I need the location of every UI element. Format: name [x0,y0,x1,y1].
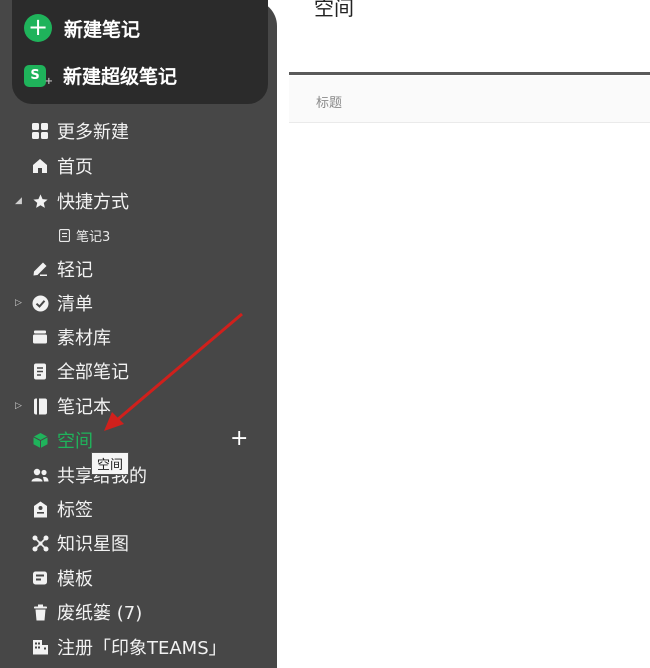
new-note-panel: + 新建笔记 S + 新建超级笔记 [12,0,268,104]
nav-item-shared-with-me[interactable]: 共享给我的 [0,460,277,490]
nav-item-knowledge-graph[interactable]: 知识星图 [0,528,277,558]
nav-item-label: 快捷方式 [57,192,129,213]
box-icon [31,328,49,346]
grid-icon [31,122,49,140]
nav-item-register-teams[interactable]: 注册「印象TEAMS」 [0,632,277,662]
nav-item-label: 标签 [57,500,93,521]
nav-item-label: 更多新建 [57,122,129,143]
new-note-button[interactable]: + 新建笔记 [24,14,140,42]
nav-item-label: 首页 [57,157,93,178]
people-icon [31,466,49,484]
nav-item-label: 轻记 [57,260,93,281]
nav-item-home[interactable]: 首页 [0,151,277,181]
nav-item-quick-note[interactable]: 轻记 [0,254,277,284]
nav-item-all-notes[interactable]: 全部笔记 [0,356,277,386]
collapsed-caret-icon[interactable]: ▷ [15,298,22,308]
cube-icon [31,431,49,449]
nav-item-tags[interactable]: 标签 [0,494,277,524]
new-super-note-label: 新建超级笔记 [63,66,178,88]
nav-item-notebooks[interactable]: ▷ 笔记本 [0,391,277,421]
nav-item-checklist[interactable]: ▷ 清单 [0,288,277,318]
home-icon [31,157,49,175]
title-divider [289,72,650,75]
nav-item-materials[interactable]: 素材库 [0,322,277,352]
sidebar: + 新建笔记 S + 新建超级笔记 更多新建 首页 ◢ 快捷方式 笔记3 轻记 … [0,0,277,668]
nav-item-label: 素材库 [57,328,111,349]
list-header: 标题 [289,76,650,123]
nav-item-label: 清单 [57,294,93,315]
add-space-button[interactable]: + [230,428,248,450]
nav-item-shortcuts[interactable]: ◢ 快捷方式 [0,186,277,216]
nav-item-templates[interactable]: 模板 [0,563,277,593]
trash-icon [31,603,49,621]
nav-item-more-new[interactable]: 更多新建 [0,116,277,146]
tooltip: 空间 [91,452,130,475]
collapsed-caret-icon[interactable]: ▷ [15,401,22,411]
nav-item-label: 全部笔记 [57,362,129,383]
page-title: 空间 [314,0,354,20]
expanded-caret-icon[interactable]: ◢ [15,196,22,206]
graph-icon [31,534,49,552]
building-icon [31,638,49,656]
nav-item-label: 注册「印象TEAMS」 [57,638,227,659]
nav-item-trash[interactable]: 废纸篓 (7) [0,597,277,627]
template-icon [31,569,49,587]
nav-item-label: 笔记本 [57,397,111,418]
notes-icon [31,362,49,380]
nav-item-label: 废纸篓 (7) [57,603,143,624]
notebook-icon [31,397,49,415]
nav-item-label: 模板 [57,569,93,590]
plus-circle-icon: + [24,14,52,42]
nav-item-label: 空间 [57,431,93,452]
tag-icon [31,500,49,518]
super-note-icon: S + [24,64,53,87]
new-super-note-button[interactable]: S + 新建超级笔记 [24,62,177,89]
nav-item-label: 知识星图 [57,534,129,555]
nav-item-note3[interactable]: 笔记3 [0,220,277,250]
column-header-title[interactable]: 标题 [316,92,342,111]
note-icon [58,228,70,242]
new-note-label: 新建笔记 [64,18,141,41]
check-circle-icon [31,294,49,312]
nav-item-label: 笔记3 [76,229,111,245]
star-icon [31,192,49,210]
pen-icon [31,260,49,278]
